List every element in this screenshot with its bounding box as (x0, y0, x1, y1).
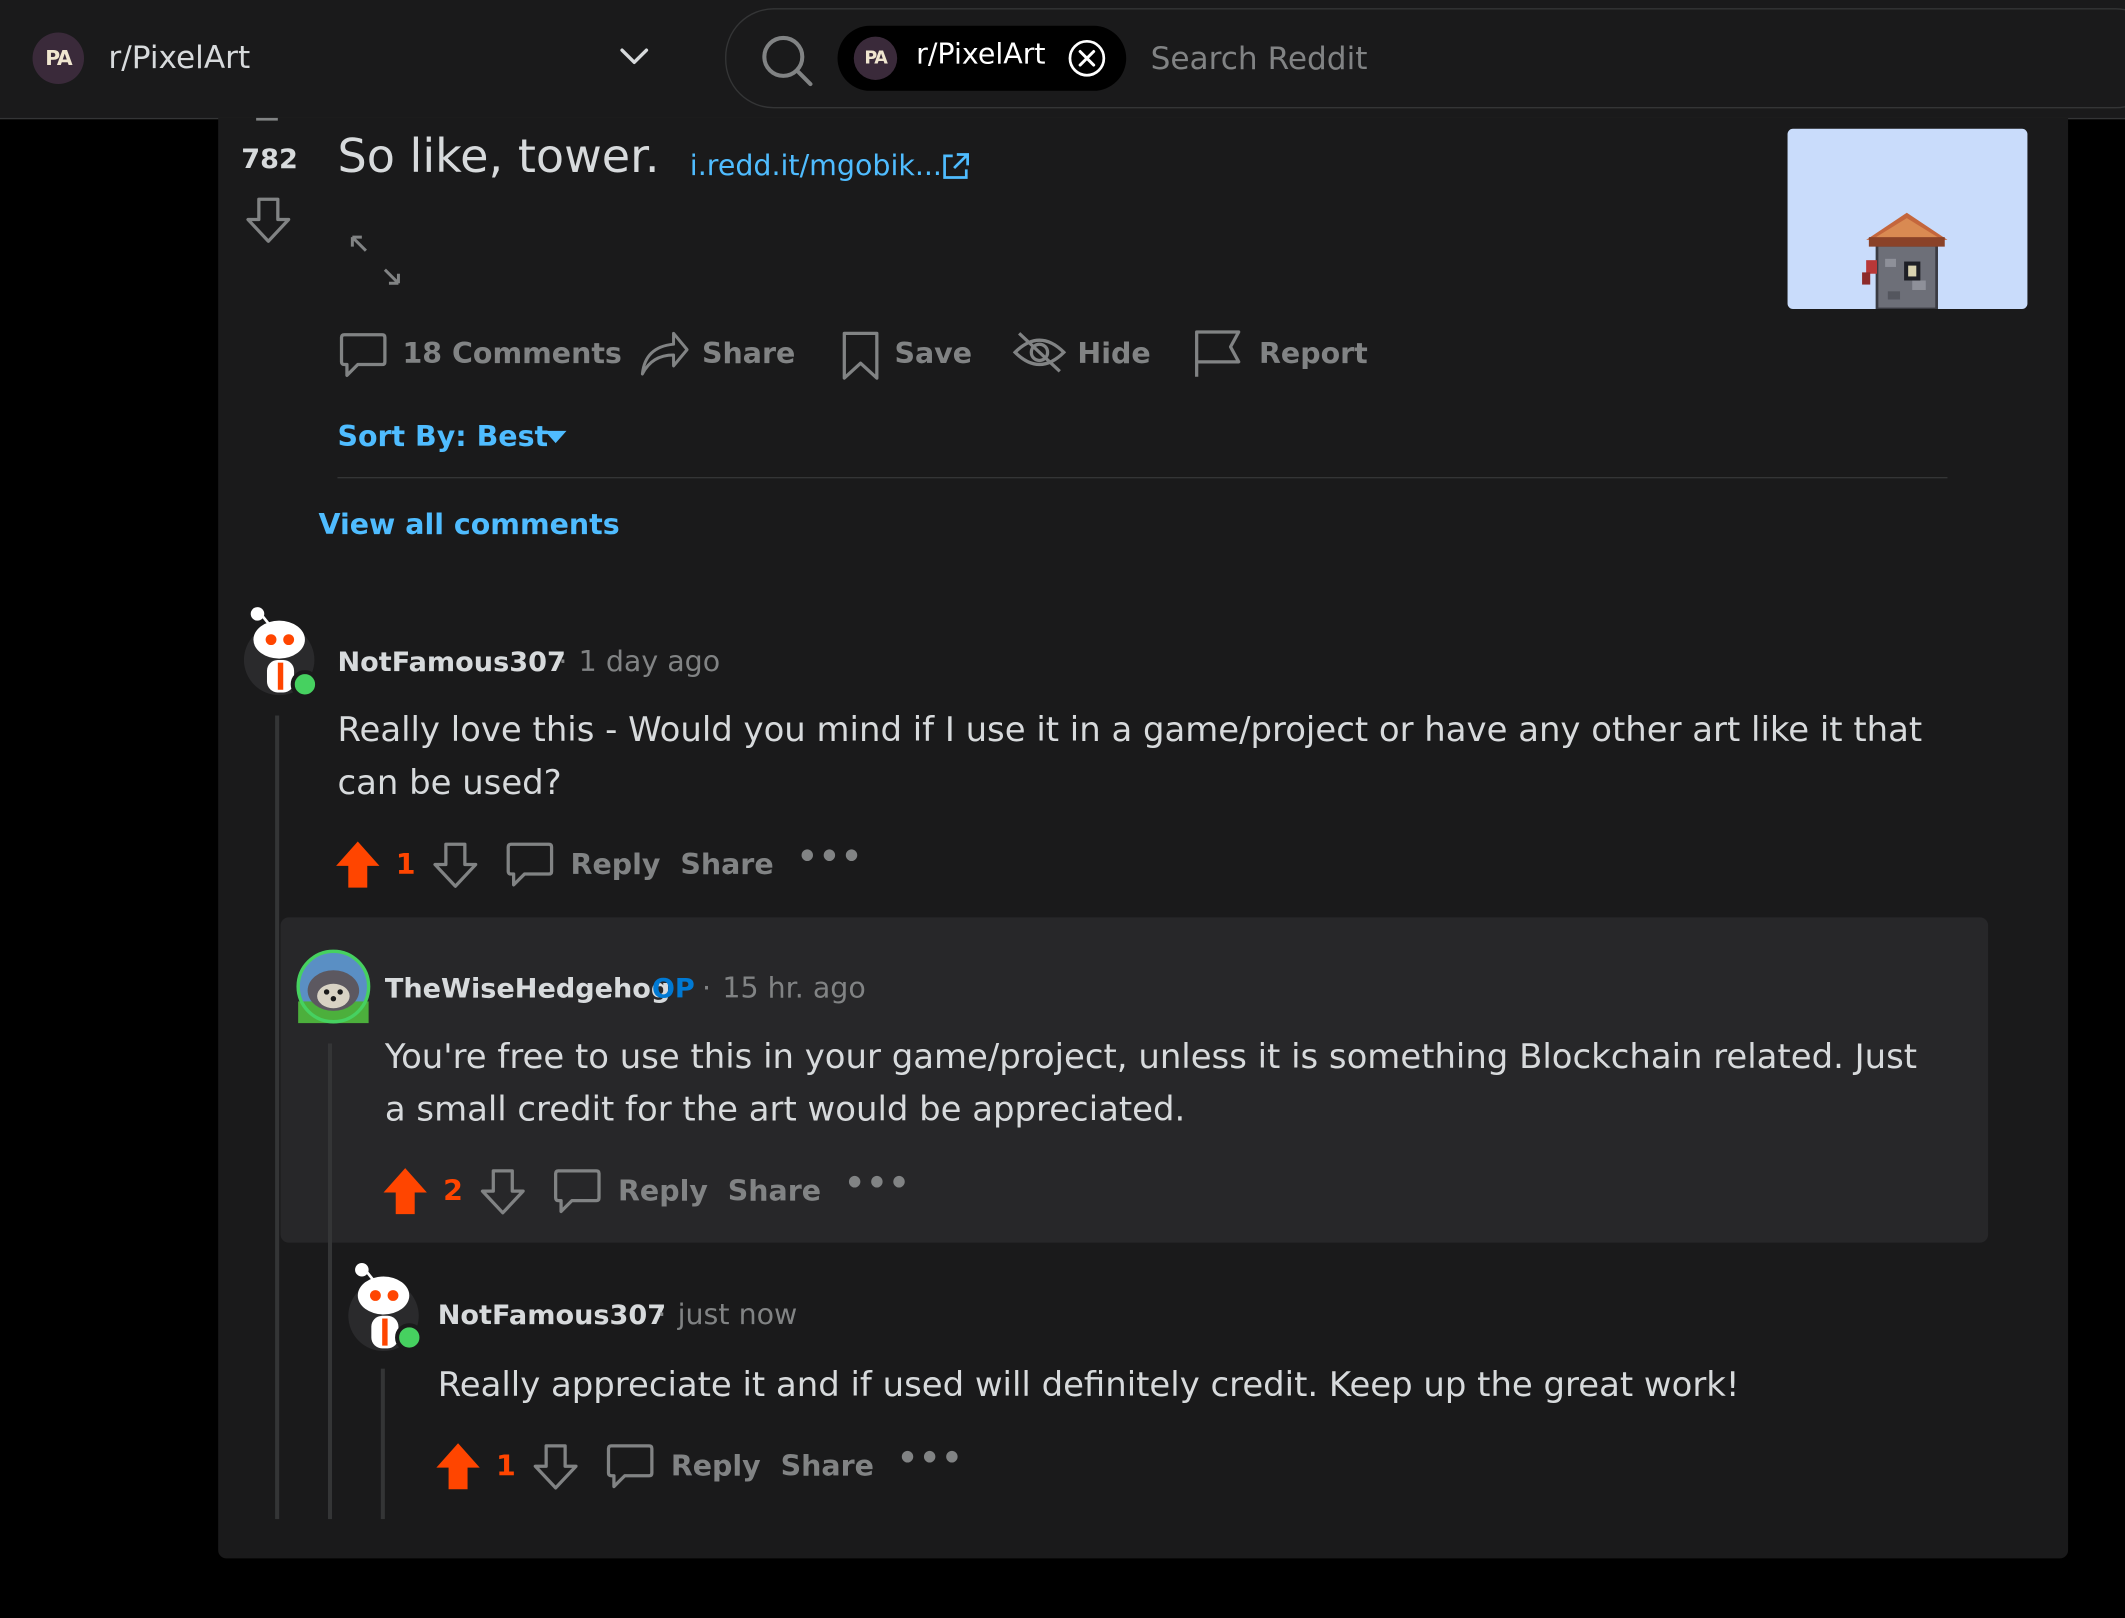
upvote-icon[interactable] (256, 117, 278, 121)
comment-score: 1 (395, 848, 416, 881)
report-button[interactable]: Report (1259, 337, 1368, 370)
share-button[interactable]: Share (702, 337, 795, 370)
caret-down-icon[interactable] (543, 430, 567, 446)
sort-divider (337, 476, 1948, 479)
comment-timestamp[interactable]: just now (678, 1298, 798, 1331)
top-header: PA r/PixelArt PA r/PixelArt (0, 0, 2125, 120)
tower-image (1862, 212, 1948, 309)
chip-label: r/PixelArt (916, 37, 1046, 71)
more-options-icon[interactable]: ••• (897, 1439, 963, 1477)
comment-timestamp[interactable]: 1 day ago (579, 645, 720, 678)
hide-button[interactable]: Hide (1077, 337, 1150, 370)
reply-button[interactable]: Reply (671, 1450, 761, 1483)
reply-button[interactable]: Reply (618, 1175, 708, 1208)
view-all-comments-link[interactable]: View all comments (318, 508, 619, 541)
comment-body: You're free to use this in your game/pro… (384, 1036, 1918, 1129)
comment-author[interactable]: TheWiseHedgehog (385, 972, 670, 1005)
search-icon[interactable] (760, 34, 814, 88)
post-title[interactable]: So like, tower. (337, 130, 659, 184)
downvote-icon[interactable] (478, 1167, 527, 1218)
post-thumbnail[interactable] (1787, 128, 2028, 309)
comment-timestamp[interactable]: 15 hr. ago (722, 972, 865, 1005)
comment-share-button[interactable]: Share (680, 848, 773, 881)
community-name[interactable]: r/PixelArt (108, 41, 250, 76)
reply-icon[interactable] (506, 840, 555, 891)
search-input[interactable] (1147, 35, 1967, 85)
comment-share-button[interactable]: Share (728, 1175, 821, 1208)
reddit-page: PA r/PixelArt PA r/PixelArt 782 So like,… (0, 0, 2125, 1618)
snoo-avatar[interactable] (243, 600, 320, 699)
upvote-filled-icon[interactable] (333, 839, 382, 890)
save-button[interactable]: Save (894, 337, 972, 370)
external-link-icon[interactable] (941, 152, 971, 182)
comment-meta-separator: · (657, 1298, 667, 1331)
comment-author[interactable]: NotFamous307 (337, 645, 565, 678)
comment-icon[interactable] (339, 331, 388, 380)
hedgehog-avatar[interactable] (296, 949, 371, 1024)
thread-line[interactable] (327, 1043, 333, 1520)
reply-button[interactable]: Reply (571, 848, 661, 881)
post-vote-count: 782 (241, 142, 298, 175)
upvote-filled-icon[interactable] (434, 1440, 483, 1491)
comment-score: 1 (496, 1449, 516, 1483)
reply-icon[interactable] (606, 1442, 655, 1493)
share-icon[interactable] (638, 328, 689, 377)
more-options-icon[interactable]: ••• (844, 1164, 910, 1202)
bookmark-icon[interactable] (840, 331, 881, 382)
comment-author[interactable]: NotFamous307 (438, 1298, 666, 1331)
op-badge: OP (651, 971, 695, 1005)
online-status-dot (395, 1323, 424, 1352)
community-avatar[interactable]: PA (32, 32, 85, 85)
chip-community-avatar: PA (853, 36, 898, 80)
more-options-icon[interactable]: ••• (797, 837, 863, 875)
chevron-down-icon[interactable] (618, 46, 651, 68)
snoo-avatar[interactable] (348, 1256, 424, 1354)
upvote-filled-icon[interactable] (381, 1165, 430, 1216)
comments-button[interactable]: 18 Comments (403, 337, 622, 370)
thread-line[interactable] (380, 1368, 385, 1520)
comment-meta-separator: · (558, 645, 568, 678)
flag-icon[interactable] (1193, 328, 1244, 379)
thread-line[interactable] (275, 715, 280, 1520)
comment-meta-separator: · (702, 971, 712, 1005)
comment-share-button[interactable]: Share (781, 1450, 874, 1483)
expand-icon[interactable] (350, 234, 401, 285)
comment-body: Really appreciate it and if used will de… (437, 1364, 1740, 1404)
online-status-dot (290, 670, 320, 699)
reply-icon[interactable] (553, 1167, 602, 1218)
downvote-icon[interactable] (244, 195, 293, 246)
post-panel (218, 117, 2069, 1559)
close-icon[interactable] (1068, 39, 1106, 77)
comment-body: Really love this - Would you mind if I u… (337, 710, 1923, 803)
hide-eye-icon[interactable] (1012, 329, 1067, 375)
comment-score: 2 (443, 1174, 463, 1208)
downvote-icon[interactable] (531, 1442, 580, 1493)
sort-dropdown[interactable]: Sort By: Best (337, 420, 548, 453)
post-external-link[interactable]: i.redd.it/mgobik... (690, 149, 942, 182)
downvote-icon[interactable] (431, 840, 480, 891)
